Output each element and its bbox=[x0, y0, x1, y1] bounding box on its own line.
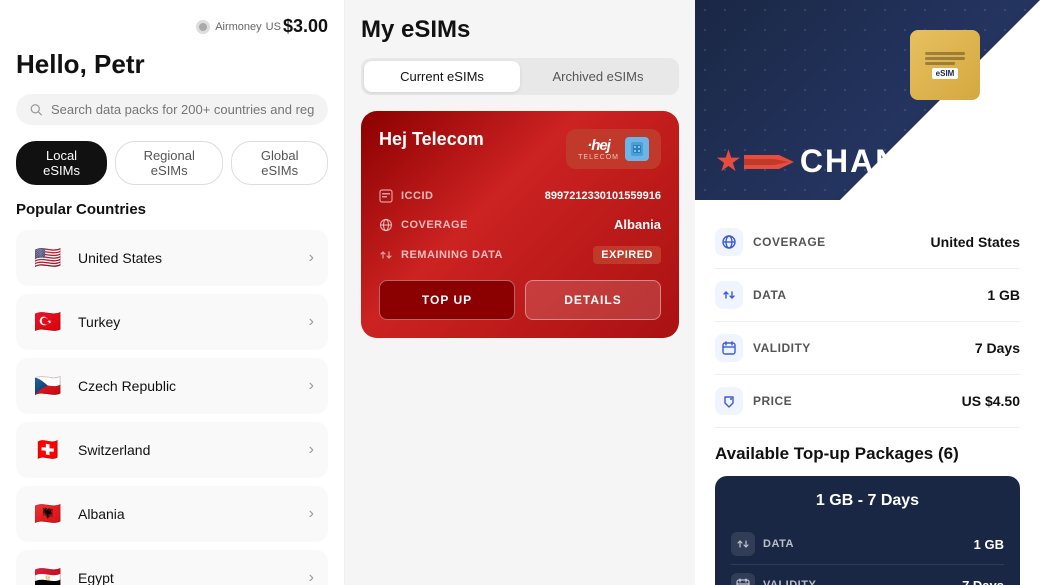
airmoney-brand: Airmoney bbox=[215, 21, 261, 33]
tab-current-esims[interactable]: Current eSIMs bbox=[364, 61, 520, 92]
country-name: Egypt bbox=[78, 570, 114, 585]
esim-card-header: Hej Telecom ·hej TELECOM bbox=[379, 129, 661, 169]
data-detail-value: 1 GB bbox=[987, 287, 1020, 303]
country-name: Turkey bbox=[78, 314, 120, 330]
change-logo-text: CHANGE bbox=[800, 143, 951, 180]
price-currency: US bbox=[266, 21, 281, 33]
price-detail-icon bbox=[715, 387, 743, 415]
sim-chip-icon bbox=[625, 137, 649, 161]
remaining-data-row: REMAINING DATA EXPIRED bbox=[379, 246, 661, 264]
topup-data-icon bbox=[731, 532, 755, 556]
esim-type-tabs: Local eSIMs Regional eSIMs Global eSIMs bbox=[16, 141, 328, 185]
coverage-detail-value: United States bbox=[931, 234, 1020, 250]
esim-provider-name: Hej Telecom bbox=[379, 129, 484, 150]
data-transfer-icon bbox=[379, 248, 393, 262]
topup-card: 1 GB - 7 Days DATA 1 GB VALIDITY 7 bbox=[715, 476, 1020, 585]
list-item[interactable]: 🇨🇭 Switzerland › bbox=[16, 422, 328, 478]
arrow-stripe-icon bbox=[744, 147, 794, 177]
popular-countries-title: Popular Countries bbox=[16, 201, 328, 218]
right-panel: ★ CHANGE eSIM bbox=[695, 0, 1040, 585]
list-item[interactable]: 🇹🇷 Turkey › bbox=[16, 294, 328, 350]
validity-detail-value: 7 Days bbox=[975, 340, 1020, 356]
topup-validity-icon bbox=[731, 573, 755, 585]
coverage-value: Albania bbox=[614, 217, 661, 232]
star-icon: ★ bbox=[715, 144, 742, 179]
coverage-detail-row: COVERAGE United States bbox=[715, 216, 1020, 269]
flag-eg: 🇪🇬 bbox=[30, 560, 66, 585]
globe-icon bbox=[379, 218, 393, 232]
my-esims-title: My eSIMs bbox=[361, 16, 679, 44]
list-item[interactable]: 🇪🇬 Egypt › bbox=[16, 550, 328, 585]
chevron-right-icon: › bbox=[309, 377, 314, 395]
details-button[interactable]: DETAILS bbox=[525, 280, 661, 320]
topup-validity-row: VALIDITY 7 Days bbox=[731, 565, 1004, 585]
chevron-right-icon: › bbox=[309, 249, 314, 267]
topup-data-row: DATA 1 GB bbox=[731, 524, 1004, 565]
esim-card-logo: ·hej TELECOM bbox=[566, 129, 661, 169]
search-input[interactable] bbox=[51, 102, 314, 117]
flag-cz: 🇨🇿 bbox=[30, 368, 66, 404]
tab-archived-esims[interactable]: Archived eSIMs bbox=[520, 61, 676, 92]
esim-actions: TOP UP DETAILS bbox=[379, 280, 661, 320]
expired-badge: EXPIRED bbox=[593, 246, 661, 264]
chevron-right-icon: › bbox=[309, 505, 314, 523]
tab-regional-esims[interactable]: Regional eSIMs bbox=[115, 141, 223, 185]
topup-data-value: 1 GB bbox=[974, 537, 1004, 552]
middle-panel: My eSIMs Current eSIMs Archived eSIMs He… bbox=[345, 0, 695, 585]
chevron-right-icon: › bbox=[309, 313, 314, 331]
data-detail-row: DATA 1 GB bbox=[715, 269, 1020, 322]
price-detail-row: PRICE US $4.50 bbox=[715, 375, 1020, 428]
flag-al: 🇦🇱 bbox=[30, 496, 66, 532]
tab-local-esims[interactable]: Local eSIMs bbox=[16, 141, 107, 185]
price-bar: Airmoney US $3.00 bbox=[16, 16, 328, 37]
topup-validity-value: 7 Days bbox=[962, 578, 1004, 585]
search-icon bbox=[30, 103, 43, 117]
hej-sub: TELECOM bbox=[578, 154, 619, 161]
country-name: Switzerland bbox=[78, 442, 150, 458]
iccid-icon bbox=[379, 189, 393, 203]
price-detail-value: US $4.50 bbox=[962, 393, 1020, 409]
esim-card: Hej Telecom ·hej TELECOM ICCID 899721233… bbox=[361, 111, 679, 338]
globe-detail-icon bbox=[715, 228, 743, 256]
list-item[interactable]: 🇨🇿 Czech Republic › bbox=[16, 358, 328, 414]
esim-header-banner: ★ CHANGE eSIM bbox=[695, 0, 1040, 200]
change-brand: ★ CHANGE bbox=[715, 143, 951, 180]
esim-chip-label: eSIM bbox=[932, 68, 959, 79]
topup-section-title: Available Top-up Packages (6) bbox=[715, 444, 1020, 464]
calendar-detail-icon bbox=[715, 334, 743, 362]
validity-detail-row: VALIDITY 7 Days bbox=[715, 322, 1020, 375]
left-panel: Airmoney US $3.00 Hello, Petr Local eSIM… bbox=[0, 0, 345, 585]
list-item[interactable]: 🇦🇱 Albania › bbox=[16, 486, 328, 542]
iccid-row: ICCID 8997212330101559916 bbox=[379, 189, 661, 203]
topup-card-title: 1 GB - 7 Days bbox=[731, 492, 1004, 510]
coverage-row: COVERAGE Albania bbox=[379, 217, 661, 232]
country-list: 🇺🇸 United States › 🇹🇷 Turkey › 🇨🇿 Czech … bbox=[16, 230, 328, 585]
chevron-right-icon: › bbox=[309, 569, 314, 585]
top-up-button[interactable]: TOP UP bbox=[379, 280, 515, 320]
country-name: Czech Republic bbox=[78, 378, 176, 394]
flag-tr: 🇹🇷 bbox=[30, 304, 66, 340]
country-name: United States bbox=[78, 250, 162, 266]
esim-filter-tabs: Current eSIMs Archived eSIMs bbox=[361, 58, 679, 95]
airmoney-logo: Airmoney bbox=[196, 20, 265, 34]
country-name: Albania bbox=[78, 506, 125, 522]
flag-ch: 🇨🇭 bbox=[30, 432, 66, 468]
price-value: $3.00 bbox=[283, 16, 328, 37]
greeting: Hello, Petr bbox=[16, 49, 328, 80]
tab-global-esims[interactable]: Global eSIMs bbox=[231, 141, 328, 185]
airmoney-icon bbox=[196, 20, 210, 34]
search-bar[interactable] bbox=[16, 94, 328, 125]
data-detail-icon bbox=[715, 281, 743, 309]
chevron-right-icon: › bbox=[309, 441, 314, 459]
flag-us: 🇺🇸 bbox=[30, 240, 66, 276]
esim-chip: eSIM bbox=[910, 30, 980, 100]
list-item[interactable]: 🇺🇸 United States › bbox=[16, 230, 328, 286]
esim-detail-content: COVERAGE United States DATA 1 GB VALIDIT… bbox=[695, 200, 1040, 585]
hej-logo: ·hej bbox=[587, 137, 610, 154]
iccid-value: 8997212330101559916 bbox=[545, 190, 661, 202]
